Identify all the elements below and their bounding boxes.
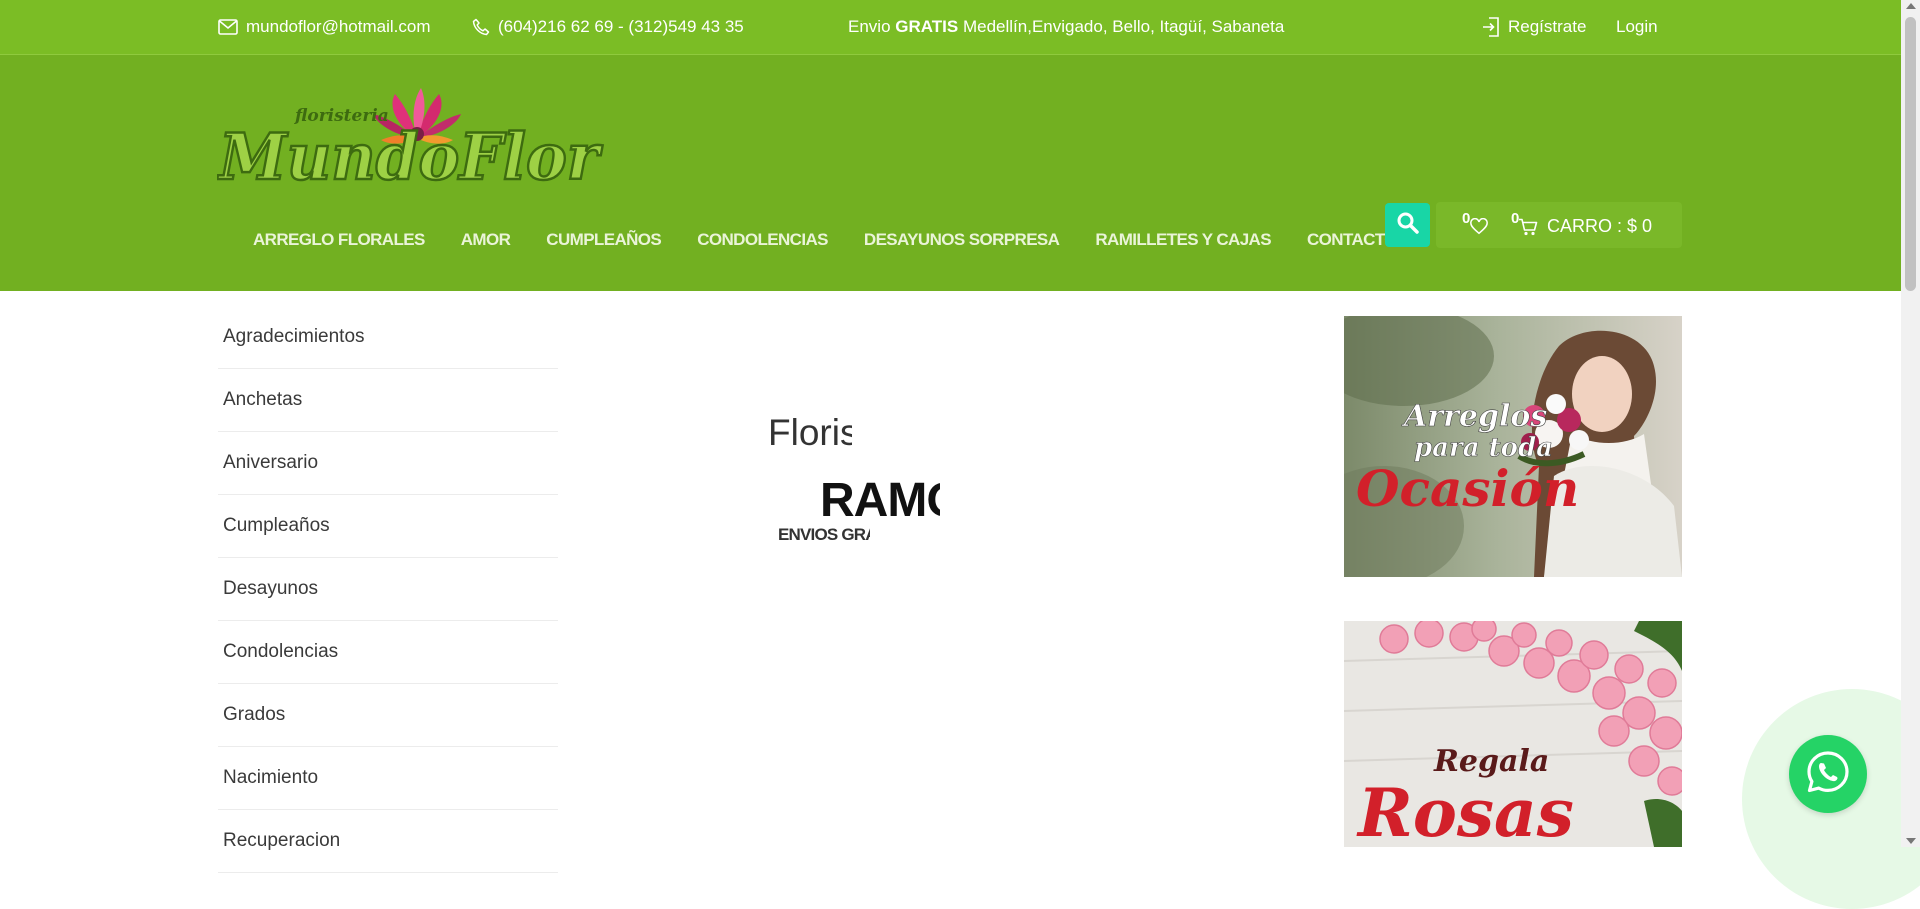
cart-icon: [1518, 218, 1538, 241]
scroll-up-arrow-icon[interactable]: [1906, 3, 1916, 9]
nav-desayunos-sorpresa[interactable]: DESAYUNOS SORPRESA: [864, 230, 1060, 250]
category-item[interactable]: Anchetas: [218, 369, 558, 432]
slider-line-3: ENVIOS GRATIS: [778, 525, 870, 544]
nav-arreglo-florales[interactable]: ARREGLO FLORALES: [253, 230, 425, 250]
slider-line-1: Floristeria: [768, 412, 852, 453]
email-text: mundoflor@hotmail.com: [246, 17, 431, 36]
wishlist-button[interactable]: 0: [1462, 210, 1492, 240]
phone-text: (604)216 62 69 - (312)549 43 35: [498, 17, 744, 36]
cart-button[interactable]: 0 CARRO : $ 0: [1511, 210, 1671, 240]
category-item[interactable]: Grados: [218, 684, 558, 747]
main-nav: ARREGLO FLORALES AMOR CUMPLEAÑOS CONDOLE…: [253, 230, 1398, 250]
svg-text:Rosas: Rosas: [1356, 774, 1574, 847]
heart-icon: [1470, 217, 1488, 241]
scrollbar-thumb[interactable]: [1905, 17, 1916, 291]
register-text: Regístrate: [1508, 17, 1587, 36]
nav-ramilletes-y-cajas[interactable]: RAMILLETES Y CAJAS: [1095, 230, 1271, 250]
nav-cumpleanos[interactable]: CUMPLEAÑOS: [546, 230, 662, 250]
register-link[interactable]: Regístrate: [1482, 0, 1586, 54]
category-sidebar: Agradecimientos Anchetas Aniversario Cum…: [218, 306, 558, 873]
nav-contacto[interactable]: CONTACTO: [1307, 230, 1398, 250]
category-item[interactable]: Desayunos: [218, 558, 558, 621]
whatsapp-button[interactable]: [1789, 735, 1867, 813]
login-enter-icon: [1482, 17, 1500, 37]
login-link[interactable]: Login: [1616, 0, 1658, 54]
shipping-cities: Medellín,Envigado, Bello, Itagüí, Sabane…: [962, 17, 1285, 36]
top-bar: mundoflor@hotmail.com (604)216 62 69 - (…: [0, 0, 1901, 55]
nav-condolencias[interactable]: CONDOLENCIAS: [697, 230, 828, 250]
shipping-prefix: Envio: [848, 17, 891, 36]
banner-arreglos-ocasion[interactable]: Arreglos para toda Ocasión: [1344, 316, 1682, 577]
banner-regala-rosas[interactable]: Regala Rosas: [1344, 621, 1682, 847]
slider-line-2: RAMOS: [820, 474, 940, 527]
login-text: Login: [1616, 17, 1658, 36]
category-item[interactable]: Recuperacion: [218, 810, 558, 873]
category-item[interactable]: Agradecimientos: [218, 306, 558, 369]
search-button[interactable]: [1385, 203, 1430, 247]
contact-phone[interactable]: (604)216 62 69 - (312)549 43 35: [472, 0, 744, 54]
shipping-notice: Envio GRATIS Medellín,Envigado, Bello, I…: [848, 0, 1284, 54]
cart-area: 0 0 CARRO : $ 0: [1436, 202, 1682, 248]
svg-text:Ocasión: Ocasión: [1356, 459, 1579, 518]
search-icon: [1396, 211, 1420, 240]
category-item[interactable]: Cumpleaños: [218, 495, 558, 558]
svg-text:MundoFlor: MundoFlor: [217, 120, 603, 195]
category-item[interactable]: Nacimiento: [218, 747, 558, 810]
shipping-free-label: GRATIS: [895, 17, 959, 36]
main-header: floristeria MundoFlor ARREGLO FLORALES A…: [0, 55, 1901, 291]
category-item[interactable]: Condolencias: [218, 621, 558, 684]
phone-icon: [472, 18, 490, 36]
mail-icon: [218, 19, 238, 35]
whatsapp-icon: [1804, 748, 1852, 801]
contact-email[interactable]: mundoflor@hotmail.com: [218, 0, 431, 54]
svg-text:Arreglos: Arreglos: [1401, 399, 1547, 434]
site-logo[interactable]: floristeria MundoFlor: [217, 83, 607, 203]
nav-amor[interactable]: AMOR: [461, 230, 511, 250]
category-item[interactable]: Aniversario: [218, 432, 558, 495]
scroll-down-arrow-icon[interactable]: [1906, 838, 1916, 844]
page-scrollbar[interactable]: [1901, 0, 1920, 847]
cart-total: CARRO : $ 0: [1547, 216, 1653, 236]
